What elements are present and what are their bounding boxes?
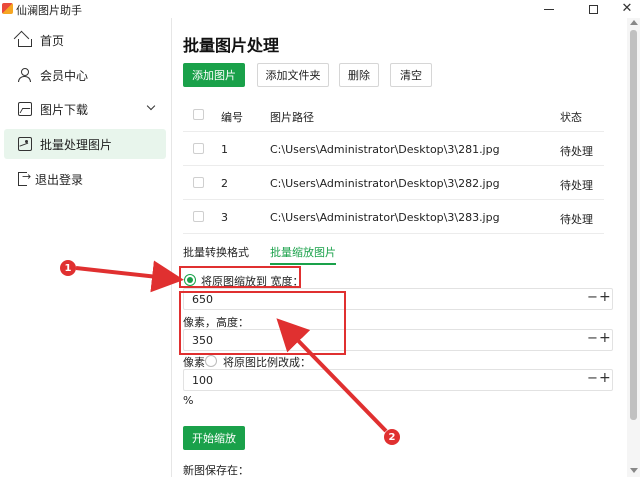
tab-convert-format[interactable]: 批量转换格式: [183, 244, 249, 260]
clear-button[interactable]: 清空: [390, 63, 432, 87]
sidebar: 首页 会员中心 图片下载 批量处理图片 退出登录: [0, 18, 172, 477]
sidebar-item-label: 图片下载: [40, 102, 89, 117]
table-row[interactable]: 3 C:\Users\Administrator\Desktop\3\283.j…: [183, 200, 604, 234]
row-status: 待处理: [560, 179, 593, 192]
table-row[interactable]: 2 C:\Users\Administrator\Desktop\3\282.j…: [183, 166, 604, 200]
row-status: 待处理: [560, 213, 593, 226]
sidebar-item-member[interactable]: 会员中心: [4, 60, 166, 90]
app-window: 仙澜图片助手 ✕ 首页 会员中心 图片下载 批量处理图片 退出登录 批量图片处理: [0, 0, 640, 477]
row-checkbox[interactable]: [193, 177, 204, 188]
ratio-value: 100: [192, 374, 213, 387]
tab-resize-images[interactable]: 批量缩放图片: [270, 244, 336, 265]
close-button[interactable]: ✕: [612, 0, 640, 18]
row-path: C:\Users\Administrator\Desktop\3\282.jpg: [270, 177, 500, 190]
app-title: 仙澜图片助手: [16, 4, 82, 17]
sidebar-item-label: 首页: [40, 33, 65, 48]
add-folder-button[interactable]: 添加文件夹: [257, 63, 329, 87]
app-logo-icon: [2, 3, 13, 14]
sidebar-item-batch[interactable]: 批量处理图片: [4, 129, 166, 159]
add-image-button[interactable]: 添加图片: [183, 63, 245, 87]
sidebar-item-label: 会员中心: [40, 68, 89, 83]
annotation-badge-2: 2: [384, 429, 400, 445]
pixel-unit-label: 像素: [183, 356, 205, 369]
image-icon: [18, 102, 32, 116]
percent-label: %: [183, 394, 194, 407]
scrollbar-thumb[interactable]: [630, 30, 637, 420]
annotation-box-1: [179, 266, 301, 288]
image-gallery-icon: [18, 137, 32, 151]
scale-by-ratio-radio[interactable]: [205, 355, 217, 367]
page-title: 批量图片处理: [183, 36, 280, 55]
sidebar-item-logout[interactable]: 退出登录: [4, 164, 166, 194]
save-location-label: 新图保存在：: [183, 464, 249, 477]
row-path: C:\Users\Administrator\Desktop\3\283.jpg: [270, 211, 500, 224]
annotation-box-2: [179, 291, 346, 355]
title-bar: 仙澜图片助手 ✕: [0, 0, 640, 18]
ratio-stepper[interactable]: 100 − +: [183, 369, 613, 391]
increment-icon[interactable]: +: [599, 370, 611, 386]
annotation-badge-1: 1: [60, 260, 76, 276]
row-no: 1: [221, 143, 228, 156]
decrement-icon[interactable]: −: [587, 331, 598, 346]
home-icon: [18, 38, 32, 47]
scale-by-ratio-label: 将原图比例改成：: [223, 356, 311, 369]
vertical-scrollbar[interactable]: [627, 18, 640, 477]
maximize-icon: [588, 4, 598, 14]
start-resize-button[interactable]: 开始缩放: [183, 426, 245, 450]
scroll-down-icon[interactable]: [630, 468, 638, 473]
increment-icon[interactable]: +: [599, 289, 611, 305]
select-all-checkbox[interactable]: [193, 109, 204, 120]
sidebar-item-label: 批量处理图片: [40, 137, 113, 152]
row-no: 3: [221, 211, 228, 224]
row-checkbox[interactable]: [193, 143, 204, 154]
sidebar-item-home[interactable]: 首页: [4, 25, 166, 55]
row-path: C:\Users\Administrator\Desktop\3\281.jpg: [270, 143, 500, 156]
row-status: 待处理: [560, 145, 593, 158]
increment-icon[interactable]: +: [599, 330, 611, 346]
logout-icon: [18, 170, 31, 186]
decrement-icon[interactable]: −: [587, 290, 598, 305]
row-no: 2: [221, 177, 228, 190]
tab-bar: 批量转换格式 批量缩放图片: [183, 243, 604, 265]
column-header-status: 状态: [560, 111, 582, 124]
delete-button[interactable]: 删除: [339, 63, 379, 87]
table-header-row: 编号 图片路径 状态: [183, 98, 604, 132]
column-header-path: 图片路径: [270, 111, 314, 124]
column-header-no: 编号: [221, 111, 243, 124]
table-row[interactable]: 1 C:\Users\Administrator\Desktop\3\281.j…: [183, 132, 604, 166]
user-icon: [18, 68, 32, 82]
decrement-icon[interactable]: −: [587, 371, 598, 386]
sidebar-item-label: 退出登录: [35, 172, 84, 187]
minimize-button[interactable]: [534, 0, 564, 18]
row-checkbox[interactable]: [193, 211, 204, 222]
chevron-down-icon: [146, 101, 156, 111]
maximize-button[interactable]: [578, 0, 608, 18]
close-icon: ✕: [621, 1, 633, 16]
scroll-up-icon[interactable]: [630, 20, 638, 25]
image-table: 编号 图片路径 状态 1 C:\Users\Administrator\Desk…: [183, 98, 604, 234]
main-panel: 批量图片处理 添加图片 添加文件夹 删除 清空 编号 图片路径 状态 1 C:\…: [172, 18, 627, 477]
minimize-icon: [544, 8, 554, 10]
sidebar-item-download[interactable]: 图片下载: [4, 94, 166, 124]
